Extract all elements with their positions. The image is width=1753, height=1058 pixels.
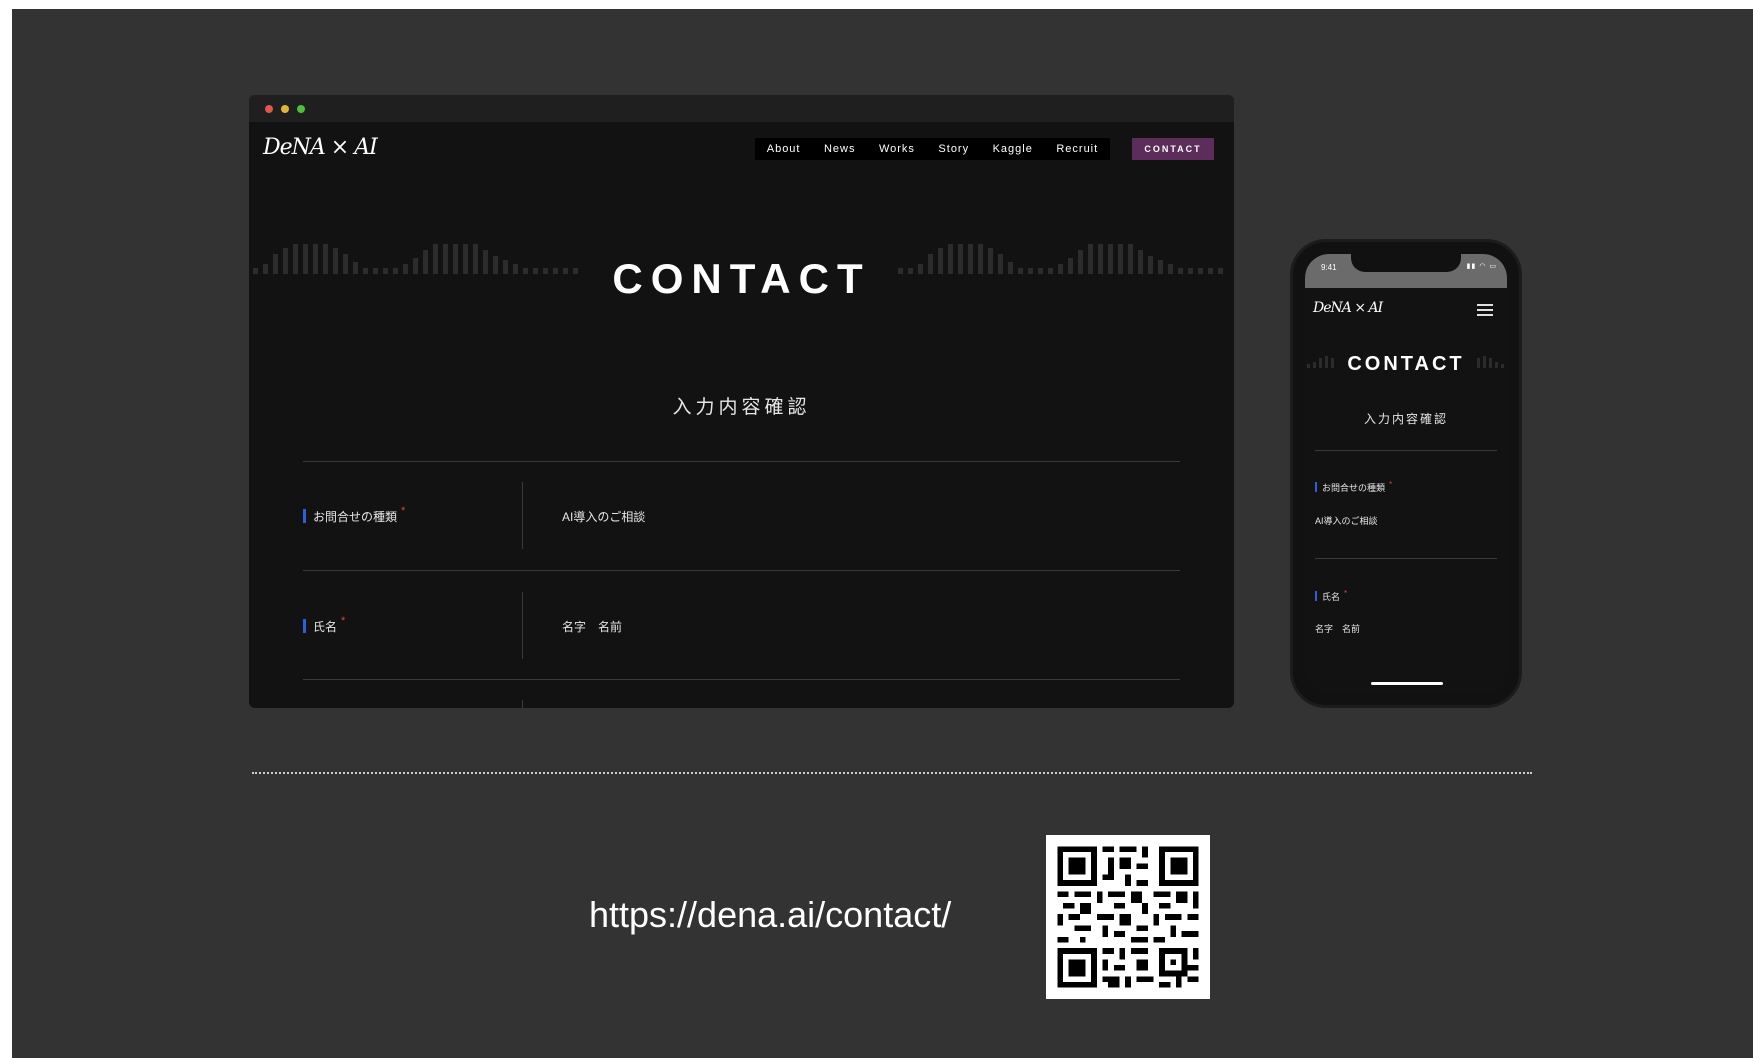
- confirm-heading: 入力内容確認: [672, 397, 811, 418]
- field-value-inquiry-type: AI導入のご相談: [562, 510, 646, 524]
- column-divider: [522, 592, 523, 659]
- label-accent-bar: [1315, 482, 1317, 492]
- column-divider: [522, 700, 523, 708]
- nav-item-recruit[interactable]: Recruit: [1056, 143, 1098, 155]
- field-label-name: 氏名 *: [1315, 588, 1348, 602]
- confirm-heading: 入力内容確認: [1363, 412, 1448, 426]
- minimize-window-icon[interactable]: [281, 105, 289, 113]
- field-label-inquiry-type: お問合せの種類 *: [1315, 479, 1393, 493]
- divider: [303, 570, 1180, 571]
- field-value-inquiry-type: AI導入のご相談: [1315, 516, 1378, 526]
- page-title: CONTACT: [612, 255, 871, 302]
- desktop-browser-mockup: DeNA × AI About News Works Story Kaggle …: [249, 95, 1234, 708]
- required-mark: *: [1389, 479, 1393, 489]
- field-label-name: 氏名 *: [303, 615, 346, 634]
- column-divider: [522, 482, 523, 549]
- phone-notch: [1351, 254, 1461, 272]
- signal-wifi-battery-icon: ▮▮ ◠ ▭: [1466, 263, 1497, 270]
- contact-button[interactable]: CONTACT: [1132, 138, 1214, 160]
- nav-item-news[interactable]: News: [824, 143, 856, 155]
- site-logo[interactable]: DeNA × AI: [1313, 300, 1383, 316]
- field-label-inquiry-type: お問合せの種類 *: [303, 505, 406, 524]
- divider: [1315, 450, 1497, 451]
- hamburger-menu-icon[interactable]: [1477, 304, 1493, 316]
- label-accent-bar: [303, 619, 306, 633]
- main-nav: About News Works Story Kaggle Recruit: [755, 138, 1110, 160]
- divider: [303, 461, 1180, 462]
- field-value-name: 名字 名前: [562, 620, 623, 634]
- close-window-icon[interactable]: [265, 105, 273, 113]
- phone-status-bar: 9:41 ▮▮ ◠ ▭: [1305, 254, 1507, 288]
- mobile-phone-mockup: 9:41 ▮▮ ◠ ▭ DeNA × AI CONTACT 入力内容確認 お問合…: [1290, 239, 1522, 708]
- label-accent-bar: [1315, 591, 1317, 601]
- required-mark: *: [401, 505, 406, 517]
- nav-item-works[interactable]: Works: [879, 143, 915, 155]
- nav-item-about[interactable]: About: [767, 143, 801, 155]
- divider: [303, 679, 1180, 680]
- nav-item-story[interactable]: Story: [938, 143, 969, 155]
- field-value-name: 名字 名前: [1315, 624, 1361, 634]
- home-indicator: [1371, 682, 1443, 685]
- phone-screen: 9:41 ▮▮ ◠ ▭ DeNA × AI CONTACT 入力内容確認 お問合…: [1305, 254, 1507, 693]
- label-accent-bar: [303, 509, 306, 523]
- site-logo[interactable]: DeNA × AI: [263, 135, 378, 160]
- browser-titlebar: [249, 95, 1234, 122]
- presentation-slide: DeNA × AI About News Works Story Kaggle …: [12, 9, 1753, 1058]
- maximize-window-icon[interactable]: [297, 105, 305, 113]
- required-mark: *: [1344, 588, 1348, 598]
- contact-url[interactable]: https://dena.ai/contact/: [589, 894, 951, 936]
- page-title: CONTACT: [1347, 353, 1465, 375]
- required-mark: *: [341, 615, 346, 627]
- nav-item-kaggle[interactable]: Kaggle: [993, 143, 1033, 155]
- divider: [1315, 558, 1497, 559]
- status-time: 9:41: [1321, 263, 1337, 272]
- dotted-separator: [252, 772, 1532, 774]
- qr-code[interactable]: [1046, 835, 1210, 999]
